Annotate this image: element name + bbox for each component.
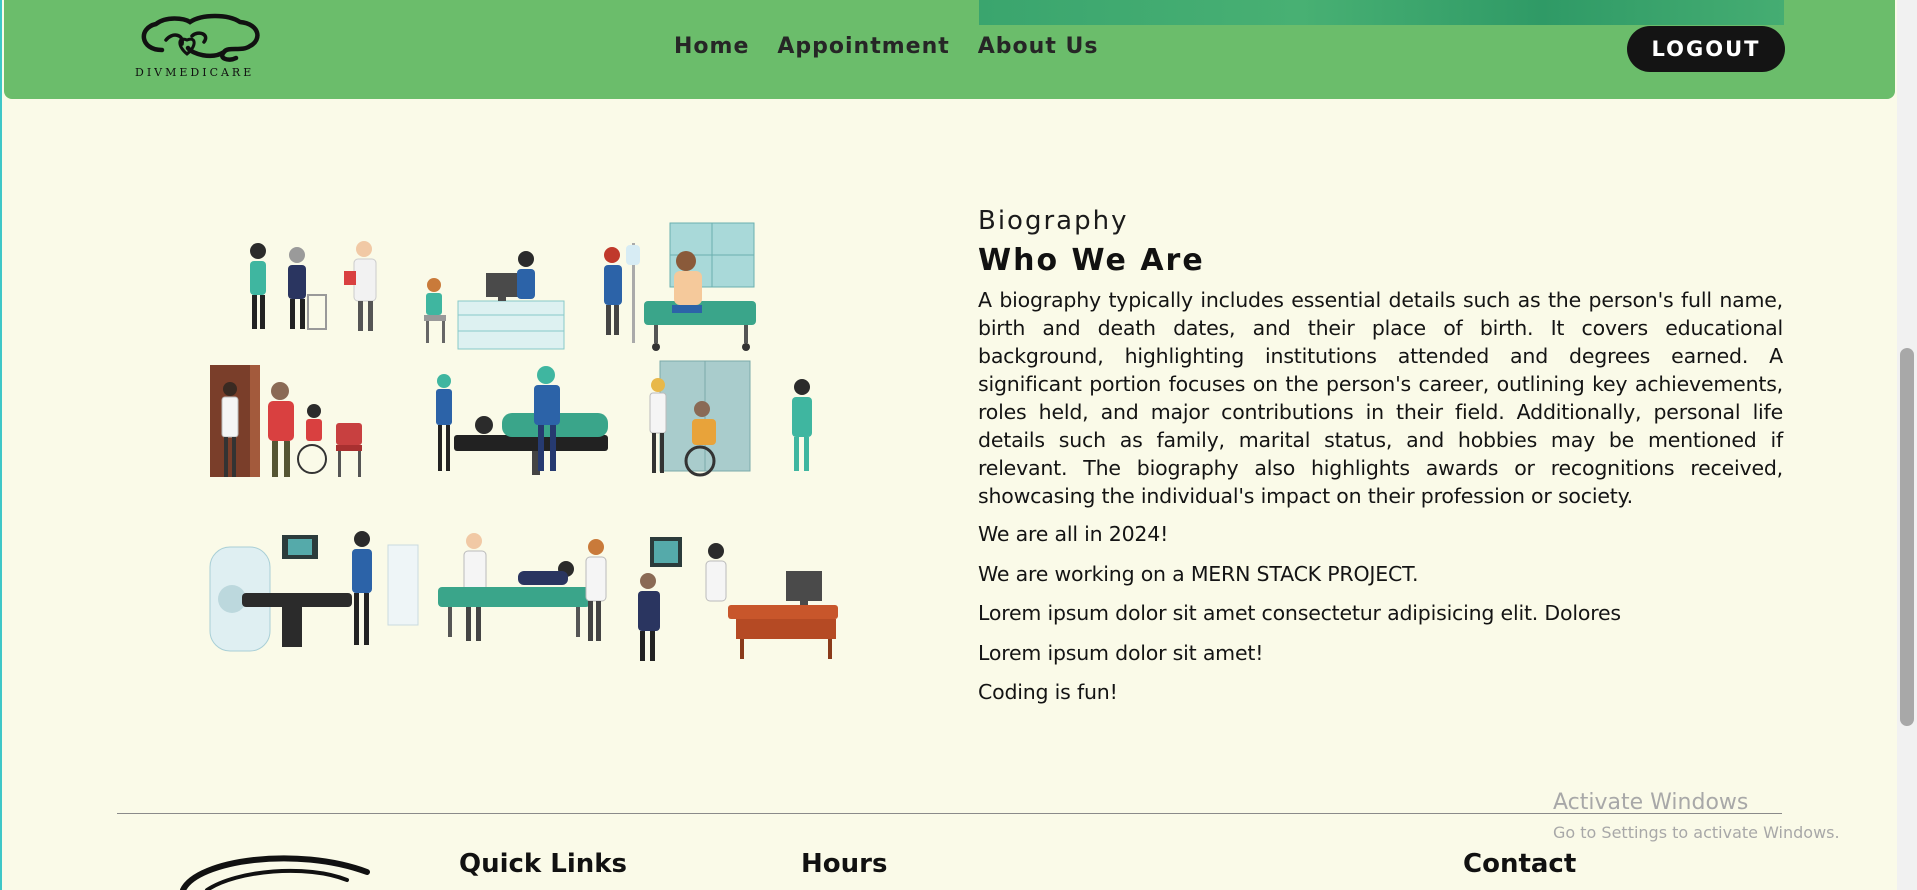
- logout-button[interactable]: LOGOUT: [1627, 26, 1785, 72]
- biography-section: Biography Who We Are A biography typical…: [978, 204, 1783, 718]
- scrollbar-thumb[interactable]: [1900, 348, 1914, 726]
- bio-line-5: Coding is fun!: [978, 680, 1118, 704]
- medical-staff-illustration: [209, 222, 838, 661]
- footer-contact-heading: Contact: [1463, 849, 1577, 879]
- footer-logo[interactable]: [177, 850, 377, 890]
- bio-line-1: We are all in 2024!: [978, 522, 1169, 546]
- doctor-consultation-desk-figure: [638, 537, 838, 661]
- biography-paragraph: A biography typically includes essential…: [978, 288, 1783, 508]
- bio-line-4: Lorem ipsum dolor sit amet!: [978, 640, 1264, 665]
- logo-wordmark: DIVMEDICARE: [135, 66, 255, 79]
- main-nav: Home Appointment About Us: [674, 34, 1126, 59]
- bio-line-2: We are working on a MERN STACK PROJECT.: [978, 561, 1419, 586]
- surgery-team-figure: [436, 366, 608, 475]
- activate-windows-subtitle: Go to Settings to activate Windows.: [1553, 823, 1840, 842]
- doctor-at-door-with-patients-figure: [210, 365, 362, 477]
- nav-home[interactable]: Home: [674, 34, 749, 59]
- doctors-with-bed-patient-figure: [438, 533, 607, 641]
- section-kicker: Biography: [978, 206, 1129, 236]
- footer-divider: [117, 813, 1782, 814]
- reception-desk-figure: [424, 251, 565, 350]
- mri-scan-figure: [209, 531, 419, 652]
- activate-windows-title: Activate Windows: [1553, 790, 1749, 815]
- footer-quick-links-heading: Quick Links: [459, 849, 628, 879]
- patient-in-wheelchair-elevator-figure: [649, 360, 812, 477]
- bio-line-3: Lorem ipsum dolor sit amet consectetur a…: [978, 601, 1621, 625]
- section-title: Who We Are: [978, 243, 1205, 278]
- footer-hours-heading: Hours: [801, 849, 888, 879]
- nav-about-us[interactable]: About Us: [978, 34, 1099, 59]
- header-banner-image: [979, 0, 1784, 25]
- doctor-with-elderly-patients-figure: [250, 241, 377, 331]
- nav-appointment[interactable]: Appointment: [777, 34, 949, 59]
- patient-with-iv-drip-figure: [604, 222, 756, 351]
- navbar: DIVMEDICARE Home Appointment About Us LO…: [4, 0, 1895, 99]
